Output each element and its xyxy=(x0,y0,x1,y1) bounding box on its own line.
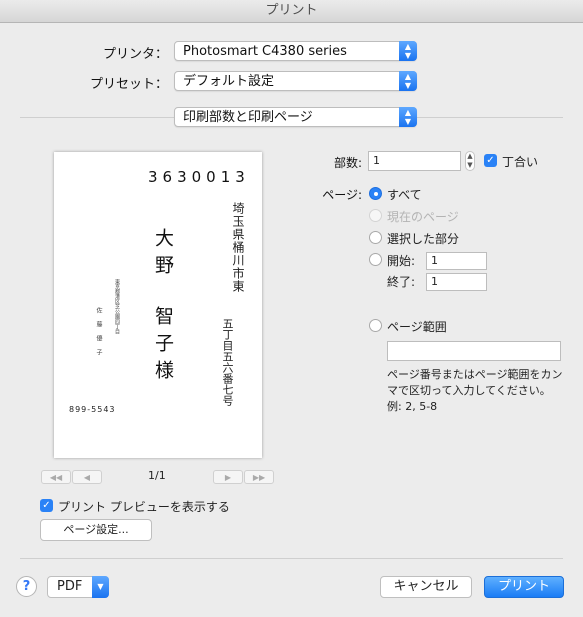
pages-current-radio[interactable] xyxy=(369,209,382,222)
preview-name-2: 智子様 xyxy=(152,306,174,387)
pages-range-radio[interactable] xyxy=(369,319,382,332)
printer-label: プリンタ： xyxy=(102,47,168,62)
pdf-label: PDF xyxy=(57,579,83,594)
preview-name-1: 大野 xyxy=(152,228,174,282)
preview-address-1: 埼玉県桶川市東 xyxy=(231,202,245,293)
copies-field[interactable]: 1 xyxy=(368,151,461,171)
first-page-button[interactable]: ◀◀ xyxy=(41,470,71,484)
pdf-button[interactable]: PDF ▼ xyxy=(47,576,109,598)
pages-range-field[interactable] xyxy=(387,341,561,361)
preview-sender-address: 東京都港区芝公園四丁目 xyxy=(114,279,120,334)
preset-label: プリセット： xyxy=(89,77,168,92)
preview-sender-name: 佐藤優子 xyxy=(95,307,102,363)
pages-range-label: ページ範囲 xyxy=(387,320,447,334)
show-preview-label: プリント プレビューを表示する xyxy=(58,500,230,514)
pages-selection-radio[interactable] xyxy=(369,231,382,244)
preview-address-2: 五丁目五六番七号 xyxy=(221,318,234,406)
preview-postal-code: 3630013 xyxy=(148,168,250,186)
pages-current-label: 現在のページ xyxy=(387,210,459,224)
printer-value: Photosmart C4380 series xyxy=(183,44,347,59)
page-setup-button[interactable]: ページ設定... xyxy=(40,519,152,541)
pages-to-field[interactable]: 1 xyxy=(426,273,487,291)
preview-sender-postal: 899-5543 xyxy=(69,405,116,414)
pages-all-label: すべて xyxy=(387,188,422,202)
collate-checkbox[interactable]: ✓ xyxy=(484,154,497,167)
next-page-button[interactable]: ▶ xyxy=(213,470,243,484)
footer-divider xyxy=(20,558,563,559)
pages-to-label: 終了: xyxy=(387,275,416,289)
popup-arrows-icon: ▲ ▼ xyxy=(399,107,417,127)
popup-arrows-icon: ▲ ▼ xyxy=(399,71,417,91)
copies-label: 部数: xyxy=(333,156,362,170)
section-value: 印刷部数と印刷ページ xyxy=(183,110,313,125)
pages-selection-label: 選択した部分 xyxy=(387,232,460,246)
cancel-button[interactable]: キャンセル xyxy=(380,576,472,598)
pages-all-radio[interactable] xyxy=(369,187,382,200)
pages-from-radio[interactable] xyxy=(369,253,382,266)
printer-popup[interactable]: Photosmart C4380 series ▲ ▼ xyxy=(174,41,417,61)
page-indicator: 1/1 xyxy=(148,469,166,482)
collate-label: 丁合い xyxy=(502,155,539,169)
preset-popup[interactable]: デフォルト設定 ▲ ▼ xyxy=(174,71,417,91)
help-button[interactable]: ? xyxy=(16,576,37,597)
pages-label: ページ: xyxy=(322,188,362,202)
popup-arrows-icon: ▲ ▼ xyxy=(399,41,417,61)
last-page-button[interactable]: ▶▶ xyxy=(244,470,274,484)
pages-range-hint: ページ番号またはページ範囲をカン マで区切って入力してください。 例: 2, 5… xyxy=(387,368,563,413)
chevron-down-icon: ▼ xyxy=(92,576,109,598)
pages-from-label: 開始: xyxy=(387,254,416,268)
print-button[interactable]: プリント xyxy=(484,576,564,598)
prev-page-button[interactable]: ◀ xyxy=(72,470,102,484)
show-preview-checkbox[interactable]: ✓ xyxy=(40,499,53,512)
section-popup[interactable]: 印刷部数と印刷ページ ▲ ▼ xyxy=(174,107,417,127)
window-title: プリント xyxy=(0,0,583,23)
copies-stepper[interactable]: ▲ ▼ xyxy=(465,151,475,171)
preset-value: デフォルト設定 xyxy=(183,74,275,89)
pages-from-field[interactable]: 1 xyxy=(426,252,487,270)
print-preview: 3630013 埼玉県桶川市東 五丁目五六番七号 大野 智子様 東京都港区芝公園… xyxy=(54,152,262,458)
